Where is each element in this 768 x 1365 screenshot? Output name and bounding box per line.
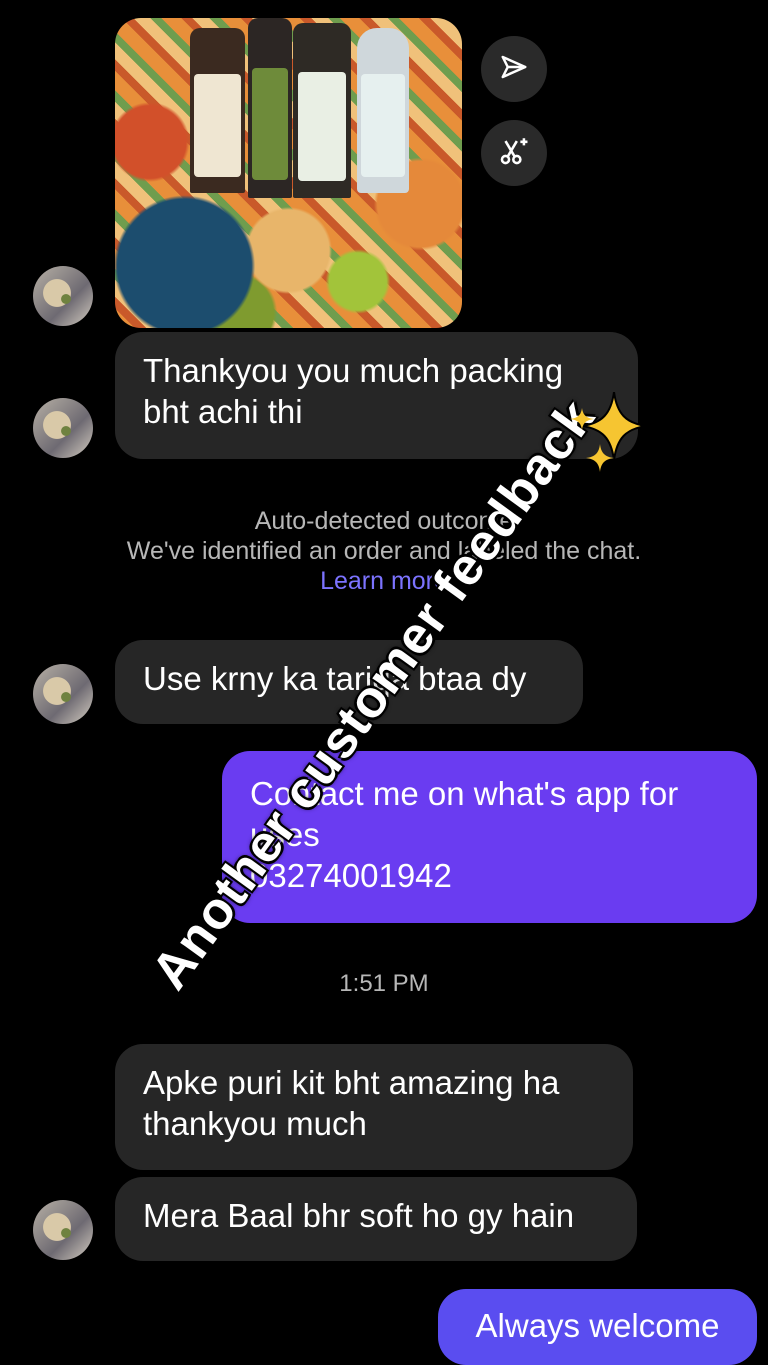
message-text: Always welcome	[475, 1307, 720, 1344]
avatar[interactable]	[33, 266, 93, 326]
send-icon	[499, 52, 529, 87]
oil-bottle	[190, 28, 245, 193]
avatar[interactable]	[33, 664, 93, 724]
sparkles-icon	[568, 391, 648, 483]
cut-button[interactable]	[481, 120, 547, 186]
outgoing-message[interactable]: Always welcome	[438, 1289, 757, 1365]
incoming-message[interactable]: Mera Baal bhr soft ho gy hain	[115, 1177, 637, 1261]
avatar[interactable]	[33, 398, 93, 458]
message-text: Thankyou you much packing bht achi thi	[143, 352, 564, 430]
product-photo[interactable]	[115, 18, 462, 328]
learn-more-link[interactable]: Learn more	[60, 566, 708, 596]
message-text: Use krny ka tariqa btaa dy	[143, 660, 527, 697]
message-text: Apke puri kit bht amazing ha thankyou mu…	[143, 1064, 560, 1142]
notice-body: We've identified an order and labeled th…	[126, 537, 642, 565]
notice-title: Auto-detected outcome	[254, 507, 514, 535]
auto-detected-notice: Auto-detected outcome We've identified a…	[60, 506, 708, 596]
serum-bottle	[357, 28, 409, 193]
timestamp: 1:51 PM	[339, 970, 429, 997]
incoming-message[interactable]: Apke puri kit bht amazing ha thankyou mu…	[115, 1044, 633, 1170]
message-text: Mera Baal bhr soft ho gy hain	[143, 1197, 575, 1234]
avatar[interactable]	[33, 1200, 93, 1260]
share-button[interactable]	[481, 36, 547, 102]
phone-number[interactable]: 03274001942	[250, 855, 729, 896]
scissors-sparkle-icon	[497, 134, 531, 173]
shampoo-bottle	[293, 23, 351, 198]
hair-spray-bottle	[248, 18, 292, 198]
